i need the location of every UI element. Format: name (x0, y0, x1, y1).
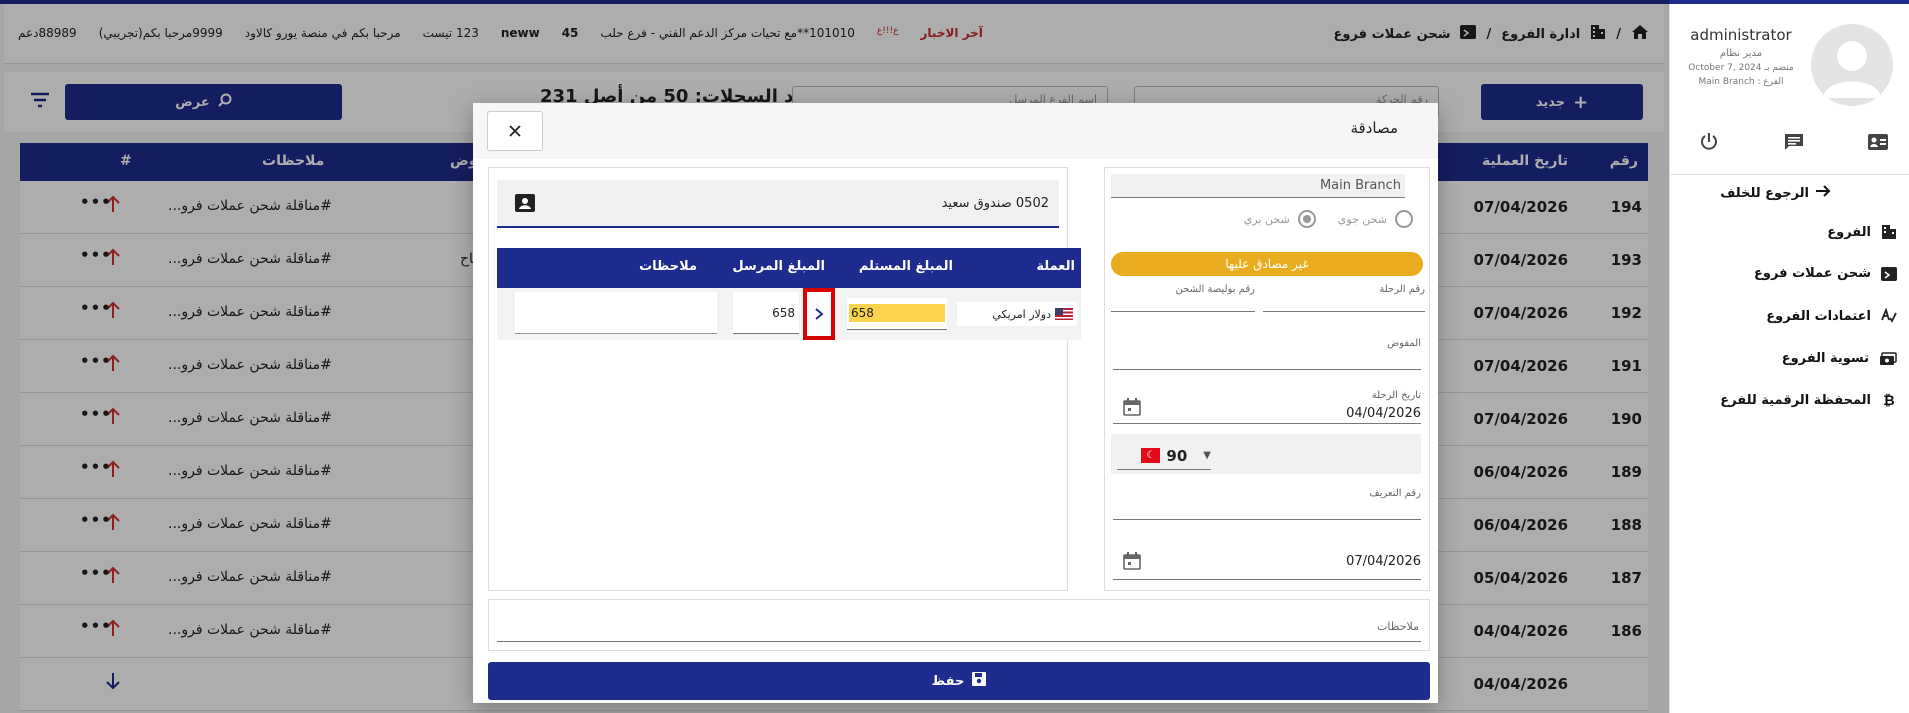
col-received: المبلغ المستلم (858, 259, 953, 274)
sidebar-item-approvals[interactable]: اعتمادات الفروع (1766, 308, 1897, 324)
received-amount-input[interactable]: 658 (847, 298, 947, 330)
notes-field[interactable]: ملاحظات (488, 599, 1430, 651)
shipment-details-panel: Main Branch شحن جوي شحن بري غير مصادق عل… (1104, 167, 1430, 591)
close-icon (509, 125, 521, 137)
save-button[interactable]: حفظ (488, 662, 1430, 700)
contact-card-icon[interactable] (1866, 130, 1890, 154)
sidebar-actions (1669, 130, 1909, 156)
chevron-right-icon (815, 308, 824, 320)
dialog-header: مصادقة (473, 103, 1438, 159)
save-icon (972, 672, 987, 690)
shipping-type-radios: شحن جوي شحن بري (1244, 210, 1413, 228)
sidebar-item-label: الفروع (1827, 224, 1871, 240)
status-badge: غير مصادق عليها (1111, 252, 1423, 276)
col-sent: المبلغ المرسل (732, 259, 825, 274)
message-icon[interactable] (1782, 130, 1806, 154)
delegate-field[interactable]: المفوض (1113, 336, 1421, 370)
trip-date-field[interactable]: تاريخ الرحلة 04/04/2026 (1113, 388, 1421, 424)
calendar-icon[interactable] (1123, 552, 1141, 574)
row-notes-input[interactable] (515, 292, 717, 334)
currencies-panel: 0502 صندوق سعيد العملة المبلغ المستلم ال… (488, 167, 1081, 591)
back-arrow-icon (1815, 184, 1831, 202)
currencies-table: العملة المبلغ المستلم المبلغ المرسل ملاح… (497, 248, 1081, 340)
sidebar-item-label: شحن عملات فروع (1754, 266, 1871, 281)
sidebar-item-label: المحفظة الرقمية للفرع (1720, 393, 1871, 408)
user-role: مدير نظام (1719, 48, 1763, 59)
sidebar-item-branches[interactable]: الفروع (1827, 224, 1897, 240)
bill-number-field[interactable]: رقم بوليصة الشحن (1111, 282, 1255, 312)
user-joined: October 7, 2024 منضم بـ (1688, 63, 1794, 73)
copy-amount-button[interactable] (803, 288, 835, 340)
trip-number-field[interactable]: رقم الرحلة (1263, 282, 1425, 312)
col-currency: العملة (1036, 259, 1075, 274)
signature-icon (1881, 308, 1897, 323)
branch-field[interactable]: Main Branch (1111, 174, 1405, 198)
currency-name: دولار امريكي (992, 307, 1051, 321)
id-number-label: رقم التعريف (1369, 488, 1421, 499)
us-flag-icon (1055, 308, 1073, 320)
branch-value: Main Branch (1319, 178, 1401, 193)
turkey-flag-icon: ☾ (1141, 448, 1161, 463)
sent-amount-input[interactable]: 658 (733, 292, 799, 334)
building-icon (1882, 225, 1896, 239)
sidebar-item-settlement[interactable]: تسوية الفروع (1782, 350, 1897, 366)
date-value: 07/04/2026 (1346, 554, 1421, 569)
received-amount-value: 658 (849, 304, 945, 322)
save-label: حفظ (931, 673, 965, 689)
bill-number-label: رقم بوليصة الشحن (1175, 284, 1255, 295)
dialog-title: مصادقة (1350, 119, 1398, 137)
phone-field[interactable]: ☾ 90 ▼ (1111, 434, 1421, 474)
money-stack-icon (1880, 352, 1897, 365)
radio-land-label: شحن بري (1243, 212, 1290, 226)
power-icon[interactable] (1697, 130, 1721, 154)
radio-air[interactable] (1395, 210, 1413, 228)
chevron-down-icon: ▼ (1203, 450, 1211, 461)
col-notes: ملاحظات (639, 259, 697, 274)
trip-date-label: تاريخ الرحلة (1371, 390, 1421, 401)
back-label: الرجوع للخلف (1720, 185, 1809, 201)
user-branch: Main Branch : الفرع (1698, 77, 1784, 87)
back-link[interactable]: الرجوع للخلف (1720, 184, 1831, 202)
currency-row: دولار امريكي 658 658 (497, 288, 1081, 340)
sidebar-item-digital-wallet[interactable]: ₿ المحفظة الرقمية للفرع (1720, 392, 1897, 409)
account-select[interactable]: 0502 صندوق سعيد (497, 180, 1059, 228)
close-button[interactable] (487, 111, 543, 151)
account-value: 0502 صندوق سعيد (941, 196, 1049, 211)
sidebar-item-label: اعتمادات الفروع (1766, 308, 1871, 324)
currency-cell: دولار امريكي (957, 302, 1077, 326)
trip-date-value: 04/04/2026 (1346, 406, 1421, 421)
currencies-table-header: العملة المبلغ المستلم المبلغ المرسل ملاح… (497, 248, 1081, 288)
radio-air-label: شحن جوي (1337, 212, 1387, 226)
delegate-label: المفوض (1387, 338, 1421, 349)
trip-number-label: رقم الرحلة (1379, 284, 1425, 295)
bitcoin-icon: ₿ (1883, 393, 1895, 409)
country-code-value: 90 (1166, 446, 1188, 465)
user-name: administrator (1690, 26, 1792, 44)
country-code-select[interactable]: ☾ 90 ▼ (1117, 442, 1211, 470)
currency-note-icon (1881, 266, 1897, 281)
user-info: administrator مدير نظام October 7, 2024 … (1683, 26, 1799, 87)
sidebar-item-label: تسوية الفروع (1781, 350, 1869, 366)
id-number-field[interactable]: رقم التعريف (1113, 486, 1421, 520)
avatar[interactable] (1811, 24, 1893, 106)
contact-card-icon[interactable] (515, 194, 535, 216)
sidebar-divider (1669, 174, 1909, 175)
sidebar-item-currency-shipping[interactable]: شحن عملات فروع (1754, 266, 1897, 281)
calendar-icon[interactable] (1123, 398, 1141, 420)
sidebar: administrator مدير نظام October 7, 2024 … (1669, 4, 1909, 713)
radio-land[interactable] (1297, 210, 1316, 228)
date-field[interactable]: 07/04/2026 (1113, 540, 1421, 580)
notes-label: ملاحظات (497, 610, 1421, 642)
approval-dialog: مصادقة Main Branch شحن جوي شحن بري غير م… (473, 103, 1438, 703)
